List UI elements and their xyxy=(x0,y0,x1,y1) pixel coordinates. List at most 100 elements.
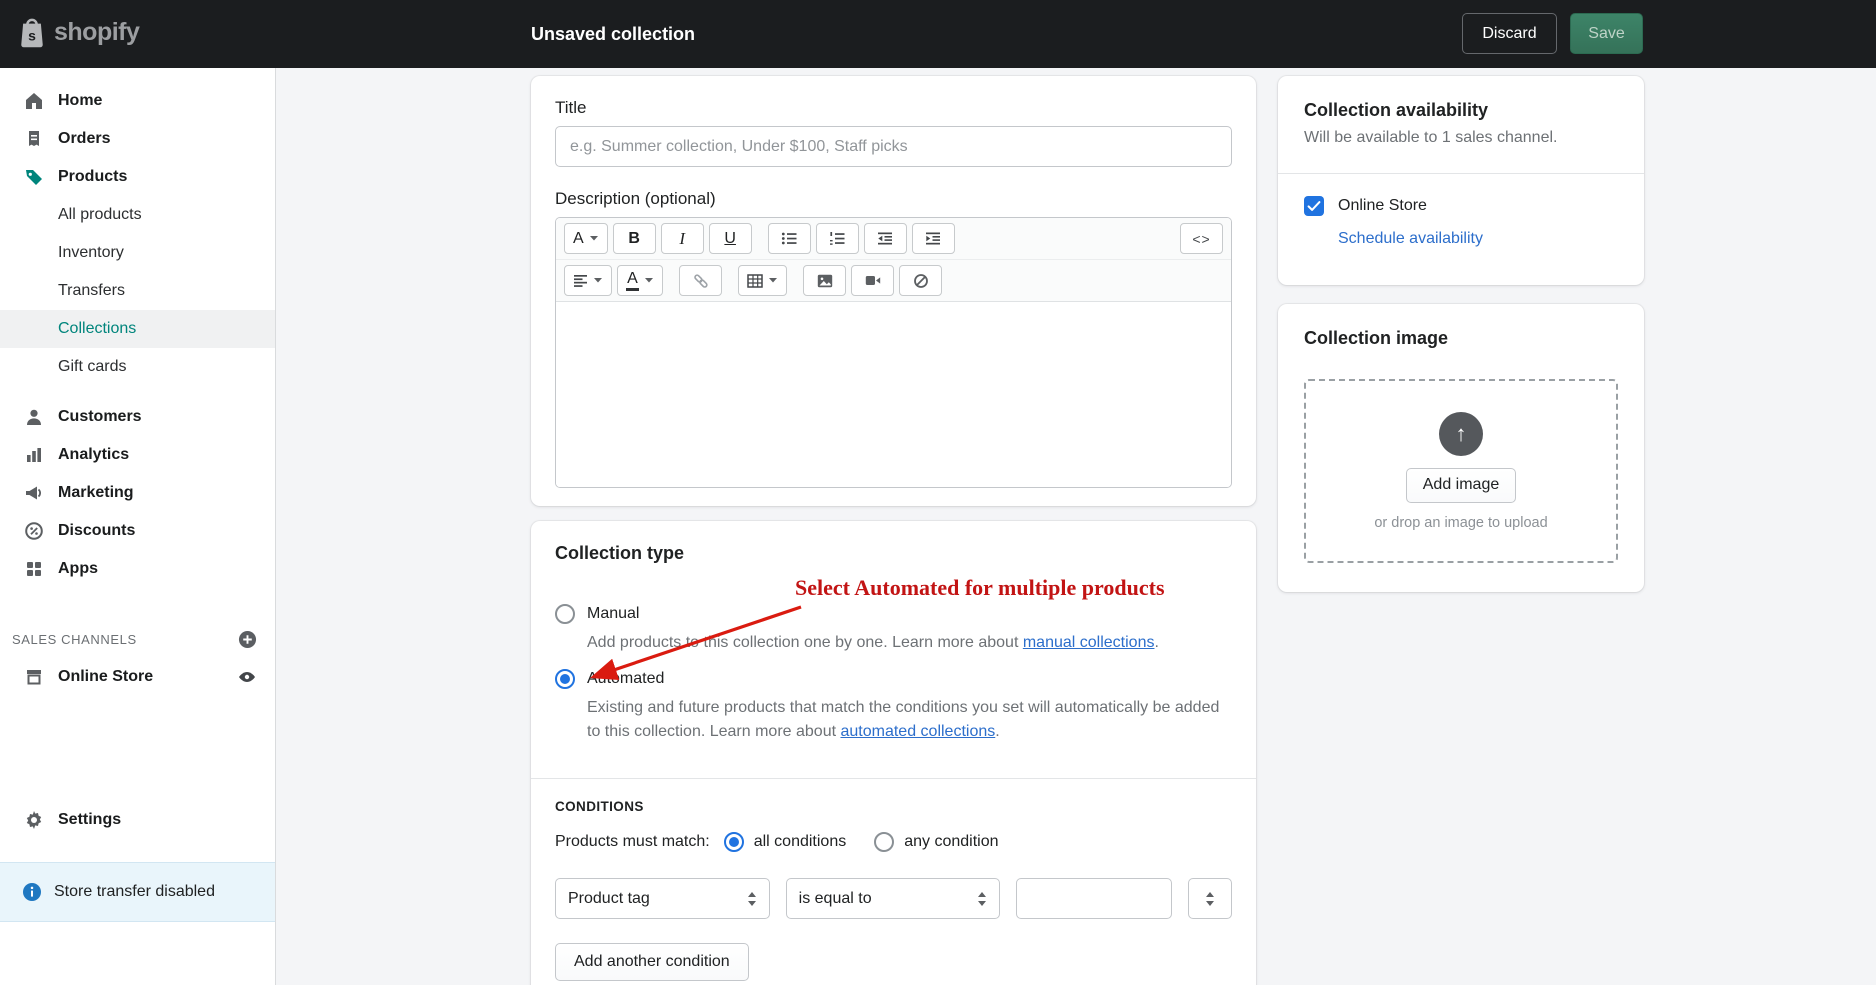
sidebar-item-orders[interactable]: Orders xyxy=(0,120,275,158)
info-icon xyxy=(22,882,42,902)
add-image-button[interactable]: Add image xyxy=(1406,468,1517,503)
description-editor-area[interactable] xyxy=(556,302,1231,487)
sidebar-item-transfers[interactable]: Transfers xyxy=(0,272,275,310)
indent-button[interactable] xyxy=(912,223,955,254)
online-store-checkbox[interactable] xyxy=(1304,196,1324,216)
condition-value-input[interactable] xyxy=(1016,878,1172,919)
bold-button[interactable]: B xyxy=(613,223,656,254)
code-view-button[interactable]: <> xyxy=(1180,223,1223,254)
image-dropzone[interactable]: ↑ Add image or drop an image to upload xyxy=(1304,379,1618,563)
insert-image-button[interactable] xyxy=(803,265,846,296)
availability-heading: Collection availability xyxy=(1304,100,1618,121)
sidebar-item-label: Marketing xyxy=(58,484,134,502)
bulleted-list-button[interactable] xyxy=(768,223,811,254)
numbered-list-button[interactable] xyxy=(816,223,859,254)
text-color-button[interactable]: A xyxy=(617,265,663,296)
sidebar-item-label: Analytics xyxy=(58,446,129,464)
online-store-check-row: Online Store xyxy=(1304,196,1618,216)
sub-item-label: Gift cards xyxy=(58,358,126,376)
chevron-down-icon xyxy=(768,277,778,284)
sub-item-label: Transfers xyxy=(58,282,125,300)
red-annotation-text: Select Automated for multiple products xyxy=(795,575,1165,601)
sidebar-item-gift-cards[interactable]: Gift cards xyxy=(0,348,275,386)
alignment-button[interactable] xyxy=(564,265,612,296)
automated-radio[interactable] xyxy=(555,669,575,689)
online-store-channel-label: Online Store xyxy=(1338,197,1427,215)
text-style-button[interactable]: A xyxy=(564,223,608,254)
page-title: Unsaved collection xyxy=(531,24,695,45)
description-label: Description (optional) xyxy=(555,189,1232,209)
chevron-down-icon xyxy=(644,277,654,284)
sidebar-item-discounts[interactable]: Discounts xyxy=(0,512,275,550)
sidebar-item-settings[interactable]: Settings xyxy=(0,801,275,839)
insert-video-button[interactable] xyxy=(851,265,894,296)
sidebar-item-marketing[interactable]: Marketing xyxy=(0,474,275,512)
collection-type-card: Collection type Manual Add products to t… xyxy=(531,521,1256,985)
add-condition-button[interactable]: Add another condition xyxy=(555,943,749,981)
collection-details-card: Title Description (optional) A B I U xyxy=(531,76,1256,506)
automated-collections-link[interactable]: automated collections xyxy=(840,723,995,740)
clear-formatting-button[interactable] xyxy=(899,265,942,296)
sidebar-item-customers[interactable]: Customers xyxy=(0,398,275,436)
sidebar-item-label: Discounts xyxy=(58,522,135,540)
any-condition-label: any condition xyxy=(904,833,998,851)
updown-caret-icon xyxy=(977,891,987,907)
title-input[interactable] xyxy=(555,126,1232,167)
any-condition-radio[interactable] xyxy=(874,832,894,852)
sub-item-label: Inventory xyxy=(58,244,124,262)
sidebar-item-label: Products xyxy=(58,168,127,186)
discard-button[interactable]: Discard xyxy=(1462,13,1557,54)
link-button[interactable] xyxy=(679,265,722,296)
drop-hint-text: or drop an image to upload xyxy=(1374,515,1547,531)
products-tag-icon xyxy=(24,167,44,187)
collection-image-card: Collection image ↑ Add image or drop an … xyxy=(1278,304,1644,592)
availability-subtext: Will be available to 1 sales channel. xyxy=(1304,129,1618,147)
sidebar-item-label: Apps xyxy=(58,560,98,578)
sidebar-item-analytics[interactable]: Analytics xyxy=(0,436,275,474)
sidebar-item-label: Online Store xyxy=(58,668,153,686)
text-color-letter: A xyxy=(627,271,638,287)
outdent-button[interactable] xyxy=(864,223,907,254)
collection-type-heading: Collection type xyxy=(555,543,1232,564)
sidebar-item-all-products[interactable]: All products xyxy=(0,196,275,234)
condition-field-select[interactable]: Product tag xyxy=(555,878,770,919)
sales-channels-header: SALES CHANNELS xyxy=(0,620,275,658)
table-button[interactable] xyxy=(738,265,787,296)
orders-icon xyxy=(24,129,44,149)
divider xyxy=(531,778,1256,779)
shopify-logo[interactable]: s shopify xyxy=(18,16,139,48)
manual-collections-link[interactable]: manual collections xyxy=(1023,634,1155,651)
condition-operator-select[interactable]: is equal to xyxy=(786,878,1001,919)
sidebar-item-label: Customers xyxy=(58,408,142,426)
apps-icon xyxy=(24,559,44,579)
schedule-availability-link[interactable]: Schedule availability xyxy=(1338,230,1483,248)
sidebar-item-label: Settings xyxy=(58,811,121,829)
add-sales-channel-icon[interactable] xyxy=(238,630,257,649)
updown-caret-icon xyxy=(747,891,757,907)
all-conditions-radio[interactable] xyxy=(724,832,744,852)
sidebar-item-home[interactable]: Home xyxy=(0,82,275,120)
condition-operator-value: is equal to xyxy=(799,890,872,908)
discounts-icon xyxy=(24,521,44,541)
text-style-letter: A xyxy=(573,230,584,248)
conditions-match-row: Products must match: all conditions any … xyxy=(555,832,1232,852)
condition-value-stepper[interactable] xyxy=(1188,878,1232,919)
sidebar-item-collections[interactable]: Collections xyxy=(0,310,275,348)
save-button[interactable]: Save xyxy=(1570,13,1643,54)
divider xyxy=(1278,173,1644,174)
manual-description: Add products to this collection one by o… xyxy=(587,631,1227,655)
sidebar-item-apps[interactable]: Apps xyxy=(0,550,275,588)
availability-card: Collection availability Will be availabl… xyxy=(1278,76,1644,285)
home-icon xyxy=(24,91,44,111)
manual-radio[interactable] xyxy=(555,604,575,624)
underline-button[interactable]: U xyxy=(709,223,752,254)
analytics-icon xyxy=(24,445,44,465)
view-store-eye-icon[interactable] xyxy=(237,667,257,687)
italic-button[interactable]: I xyxy=(661,223,704,254)
sidebar-item-online-store[interactable]: Online Store xyxy=(0,658,275,696)
editor-toolbar-row-2: A xyxy=(556,260,1231,302)
sidebar-item-products[interactable]: Products xyxy=(0,158,275,196)
sub-item-label: Collections xyxy=(58,320,136,338)
check-icon xyxy=(1307,200,1321,212)
sidebar-item-inventory[interactable]: Inventory xyxy=(0,234,275,272)
